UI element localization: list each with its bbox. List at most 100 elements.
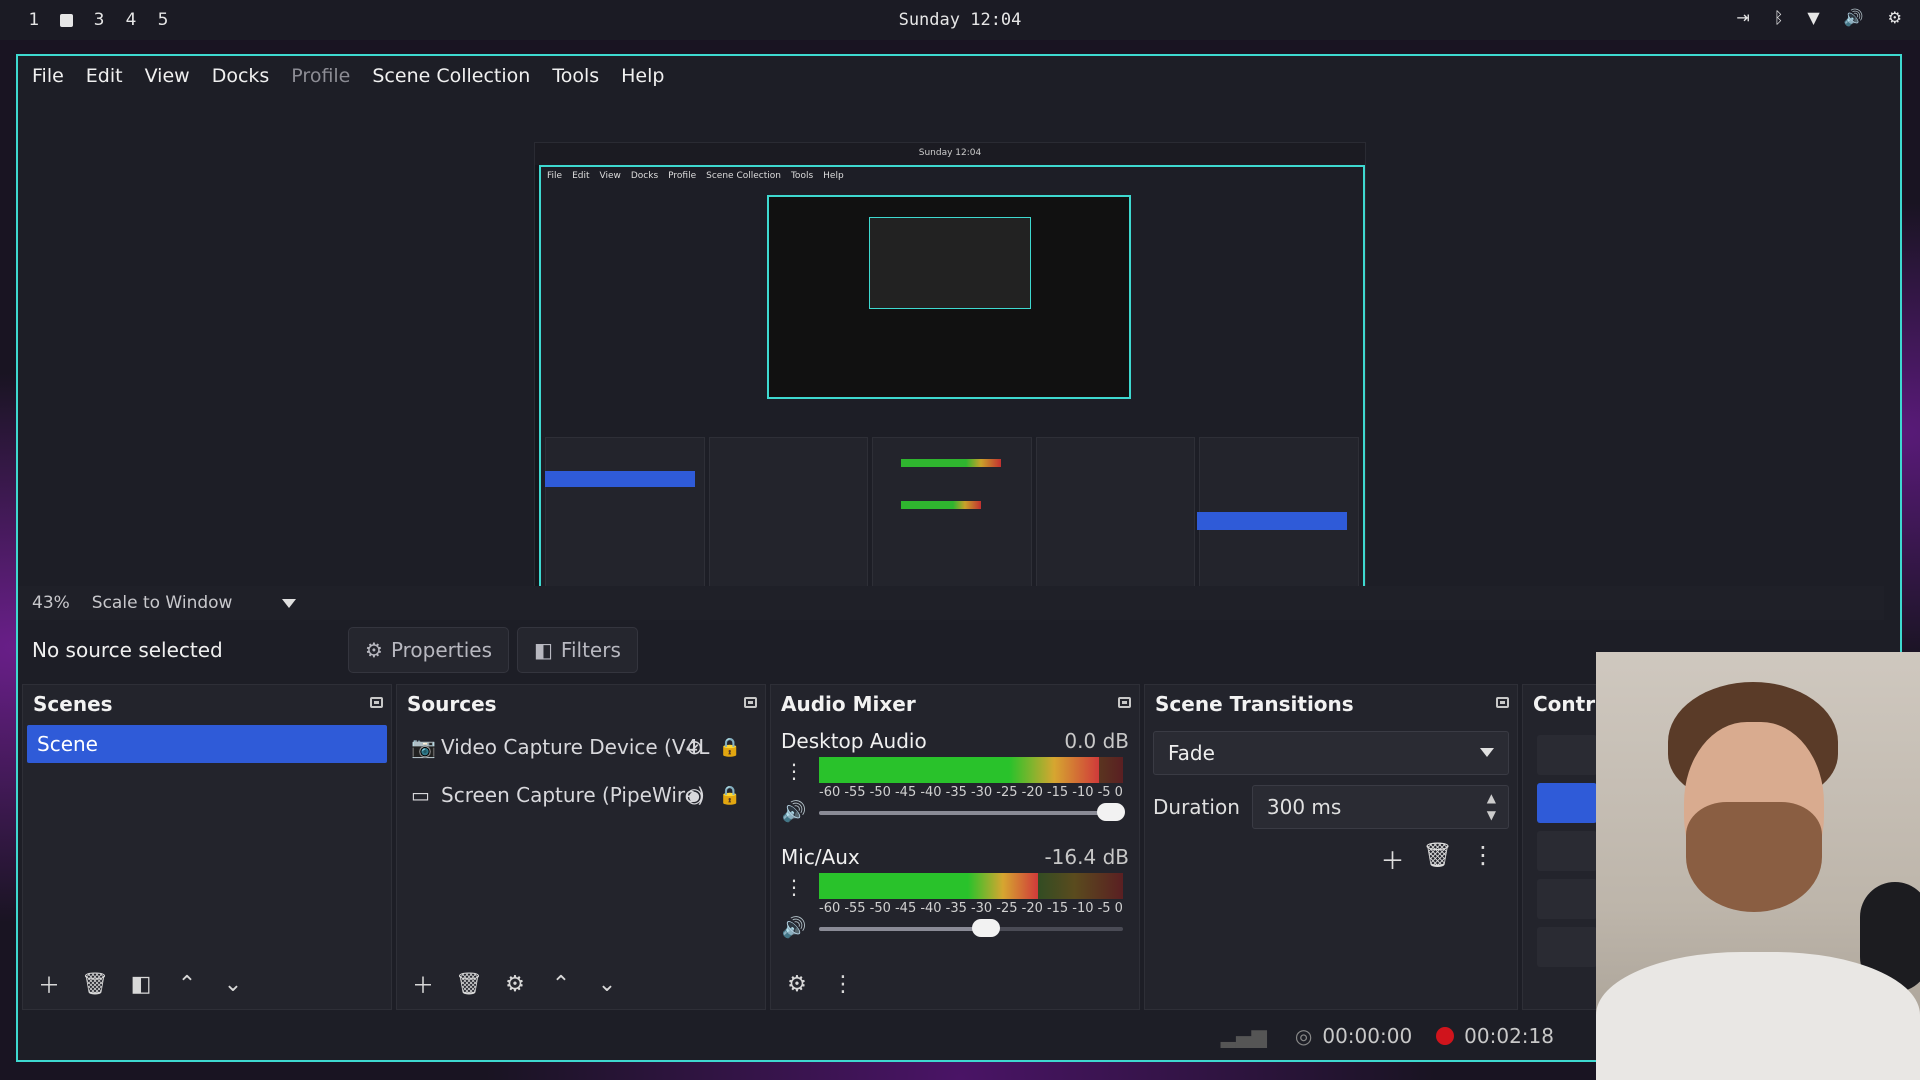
meter-scale-label: -50: [869, 901, 891, 916]
kebab-menu-icon[interactable]: ⋮: [781, 759, 807, 783]
nested-menu-help: Help: [823, 171, 844, 181]
eye-icon[interactable]: ◉: [686, 783, 703, 807]
meter-scale-label: -50: [869, 785, 891, 800]
meter-scale-label: -5: [1097, 785, 1111, 800]
chevron-up-icon[interactable]: ⌃: [167, 964, 207, 1004]
preview-canvas[interactable]: Sunday 12:04 File Edit View Docks Profile Sce…: [18, 96, 1884, 614]
scene-transitions-dock: Scene Transitions Fade Duration 300 ms ▲…: [1144, 684, 1518, 1010]
workspace-5[interactable]: 5: [147, 10, 179, 30]
add-icon[interactable]: ＋: [1381, 841, 1405, 876]
settings-button[interactable]: [1537, 879, 1597, 919]
audio-mixer-title-text: Audio Mixer: [781, 692, 916, 716]
lock-icon[interactable]: 🔒: [719, 785, 741, 806]
chevron-up-icon[interactable]: ⌃: [541, 964, 581, 1004]
logout-icon[interactable]: ⇥: [1736, 8, 1749, 27]
settings-icon[interactable]: ⚙: [1888, 8, 1902, 27]
transition-toolbar: ＋ 🗑 ⋮: [1145, 841, 1495, 876]
studio-mode-button[interactable]: [1537, 831, 1597, 871]
webcam-overlay: [1596, 652, 1920, 1080]
volume-slider[interactable]: [819, 803, 1125, 821]
kebab-menu-icon[interactable]: ⋮: [781, 875, 807, 899]
transition-select[interactable]: Fade: [1153, 731, 1509, 775]
rec-status: 00:02:18: [1436, 1024, 1554, 1048]
add-icon[interactable]: ＋: [403, 964, 443, 1004]
gear-icon[interactable]: ⚙: [777, 964, 817, 1004]
workspace-3[interactable]: 3: [83, 10, 115, 30]
duration-input[interactable]: 300 ms ▲ ▼: [1251, 785, 1509, 829]
menu-tools[interactable]: Tools: [552, 65, 599, 87]
kebab-menu-icon[interactable]: ⋮: [1471, 841, 1495, 876]
filters-label: Filters: [560, 638, 621, 662]
gear-icon: ⚙: [365, 638, 383, 662]
menu-profile[interactable]: Profile: [291, 65, 350, 87]
channel-name: Mic/Aux: [781, 845, 860, 869]
channel-db: -16.4 dB: [1044, 845, 1129, 869]
add-icon[interactable]: ＋: [29, 964, 69, 1004]
undock-icon[interactable]: [370, 697, 383, 708]
menu-view[interactable]: View: [145, 65, 190, 87]
menu-help[interactable]: Help: [621, 65, 664, 87]
speaker-icon[interactable]: 🔊: [781, 799, 807, 823]
gear-icon[interactable]: ⚙: [495, 964, 535, 1004]
speaker-icon[interactable]: 🔊: [781, 915, 807, 939]
nested-meter-desktop: [901, 459, 1001, 467]
undock-icon[interactable]: [1118, 697, 1131, 708]
workspace-4[interactable]: 4: [115, 10, 147, 30]
spinner-icon[interactable]: ▲ ▼: [1487, 790, 1496, 824]
bluetooth-icon[interactable]: ᛒ: [1774, 8, 1784, 27]
menu-docks[interactable]: Docks: [212, 65, 270, 87]
chevron-down-icon[interactable]: ⌄: [213, 964, 253, 1004]
transition-value: Fade: [1168, 741, 1215, 765]
source-item-screen-capture[interactable]: ▭ Screen Capture (PipeWire) ◉ 🔒: [397, 771, 765, 819]
audio-toolbar: ⚙ ⋮: [771, 959, 1139, 1009]
stop-recording-button[interactable]: [1537, 783, 1597, 823]
nested-menu: File Edit View Docks Profile Scene Collection…: [541, 167, 1363, 185]
scenes-toolbar: ＋ 🗑 ◧ ⌃ ⌄: [23, 959, 391, 1009]
rec-time: 00:02:18: [1464, 1024, 1554, 1048]
workspace-1[interactable]: 1: [18, 10, 50, 30]
meter-scale-label: -30: [970, 901, 993, 916]
sources-title: Sources: [397, 685, 765, 723]
undock-icon[interactable]: [744, 697, 757, 708]
filters-button[interactable]: ◧ Filters: [517, 627, 638, 673]
scene-item[interactable]: Scene: [27, 725, 387, 763]
properties-button[interactable]: ⚙ Properties: [348, 627, 510, 673]
no-source-label: No source selected: [32, 638, 223, 662]
exit-button[interactable]: [1537, 927, 1597, 967]
record-dot-icon: [1436, 1027, 1455, 1045]
workspace-2-active[interactable]: [60, 13, 73, 27]
kebab-menu-icon[interactable]: ⋮: [823, 964, 863, 1004]
trash-icon[interactable]: 🗑: [449, 964, 489, 1004]
sources-title-text: Sources: [407, 692, 497, 716]
menu-edit[interactable]: Edit: [86, 65, 123, 87]
source-item-video-capture[interactable]: 📷 Video Capture Device (V4L ⊘ 🔒: [397, 723, 765, 771]
wifi-icon[interactable]: ▼: [1807, 8, 1819, 27]
channel-db: 0.0 dB: [1064, 729, 1129, 753]
camera-icon: 📷: [411, 735, 436, 759]
scene-transitions-title: Scene Transitions: [1145, 685, 1517, 723]
properties-label: Properties: [390, 638, 493, 662]
stream-time: 00:00:00: [1322, 1024, 1413, 1048]
zoom-mode-select[interactable]: Scale to Window: [92, 593, 282, 613]
volume-slider[interactable]: [819, 919, 1123, 937]
nested-inner-preview: [869, 217, 1031, 309]
system-tray: ⇥ ᛒ ▼ 🔊 ⚙: [1736, 8, 1902, 27]
meter-scale-label: -10: [1072, 785, 1094, 800]
lock-icon[interactable]: 🔒: [719, 737, 741, 758]
scenes-title: Scenes: [23, 685, 391, 723]
chevron-down-icon[interactable]: [281, 598, 296, 608]
trash-icon[interactable]: 🗑: [1423, 841, 1453, 876]
chevron-down-icon[interactable]: ⌄: [587, 964, 627, 1004]
undock-icon[interactable]: [1496, 697, 1509, 708]
eye-hidden-icon[interactable]: ⊘: [686, 735, 703, 759]
start-streaming-button[interactable]: [1537, 735, 1597, 775]
menu-file[interactable]: File: [32, 65, 64, 87]
meter-scale-label: -60: [819, 785, 841, 800]
menu-scene-collection[interactable]: Scene Collection: [372, 65, 530, 87]
filter-icon[interactable]: ◧: [121, 964, 161, 1004]
volume-icon[interactable]: 🔊: [1844, 8, 1864, 27]
nested-menu-edit: Edit: [572, 171, 590, 181]
duration-row: Duration 300 ms ▲ ▼: [1153, 785, 1509, 829]
meter-scale-label: -60: [819, 901, 841, 916]
trash-icon[interactable]: 🗑: [75, 964, 115, 1004]
